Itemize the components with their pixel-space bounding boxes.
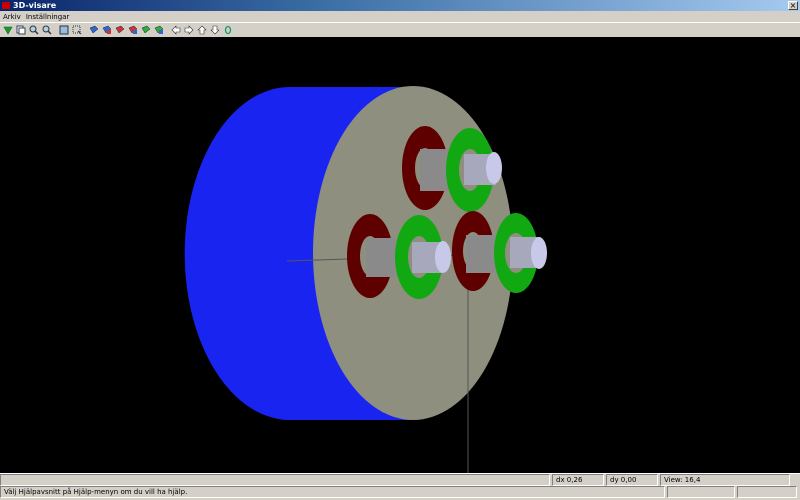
- view-2-icon[interactable]: [101, 24, 113, 36]
- status-empty: [0, 474, 550, 486]
- menu-bar: Arkiv Inställningar: [0, 11, 800, 22]
- view-3-icon[interactable]: [114, 24, 126, 36]
- status-bar: Välj Hjälpavsnitt på Hjälp-menyn om du v…: [0, 486, 800, 500]
- zoom-window-icon[interactable]: [71, 24, 83, 36]
- pin-tip: [531, 237, 547, 269]
- window-title: 3D-visare: [13, 1, 57, 10]
- close-button[interactable]: ×: [788, 1, 798, 10]
- view-1-icon[interactable]: [88, 24, 100, 36]
- view-5-icon[interactable]: [140, 24, 152, 36]
- status-help-text: Välj Hjälpavsnitt på Hjälp-menyn om du v…: [0, 486, 665, 498]
- copy-icon[interactable]: [15, 24, 27, 36]
- status-bar-values: dx 0,26 dy 0,00 View: 16,4: [0, 473, 800, 486]
- status-panel-2: [737, 486, 797, 498]
- status-panel-1: [667, 486, 735, 498]
- arrow-right-icon[interactable]: [183, 24, 195, 36]
- status-view: View: 16,4: [660, 474, 790, 486]
- title-bar: 3D-visare ×: [0, 0, 800, 11]
- menu-arkiv[interactable]: Arkiv: [2, 13, 25, 21]
- zoom-out-icon[interactable]: [41, 24, 53, 36]
- pin-tip: [486, 152, 502, 184]
- view-6-icon[interactable]: [153, 24, 165, 36]
- app-icon: [2, 2, 10, 9]
- pin-tip: [435, 241, 451, 273]
- view-4-icon[interactable]: [127, 24, 139, 36]
- arrow-left-icon[interactable]: [170, 24, 182, 36]
- 3d-scene: [0, 37, 800, 473]
- status-dy: dy 0,00: [606, 474, 658, 486]
- menu-installningar[interactable]: Inställningar: [25, 13, 74, 21]
- zoom-in-icon[interactable]: [28, 24, 40, 36]
- toolbar: [0, 22, 800, 36]
- status-dx: dx 0,26: [552, 474, 604, 486]
- arrow-up-icon[interactable]: [196, 24, 208, 36]
- zoom-fit-icon[interactable]: [58, 24, 70, 36]
- play-down-icon[interactable]: [2, 24, 14, 36]
- reset-icon[interactable]: [222, 24, 234, 36]
- arrow-down-icon[interactable]: [209, 24, 221, 36]
- 3d-viewport[interactable]: [0, 37, 800, 473]
